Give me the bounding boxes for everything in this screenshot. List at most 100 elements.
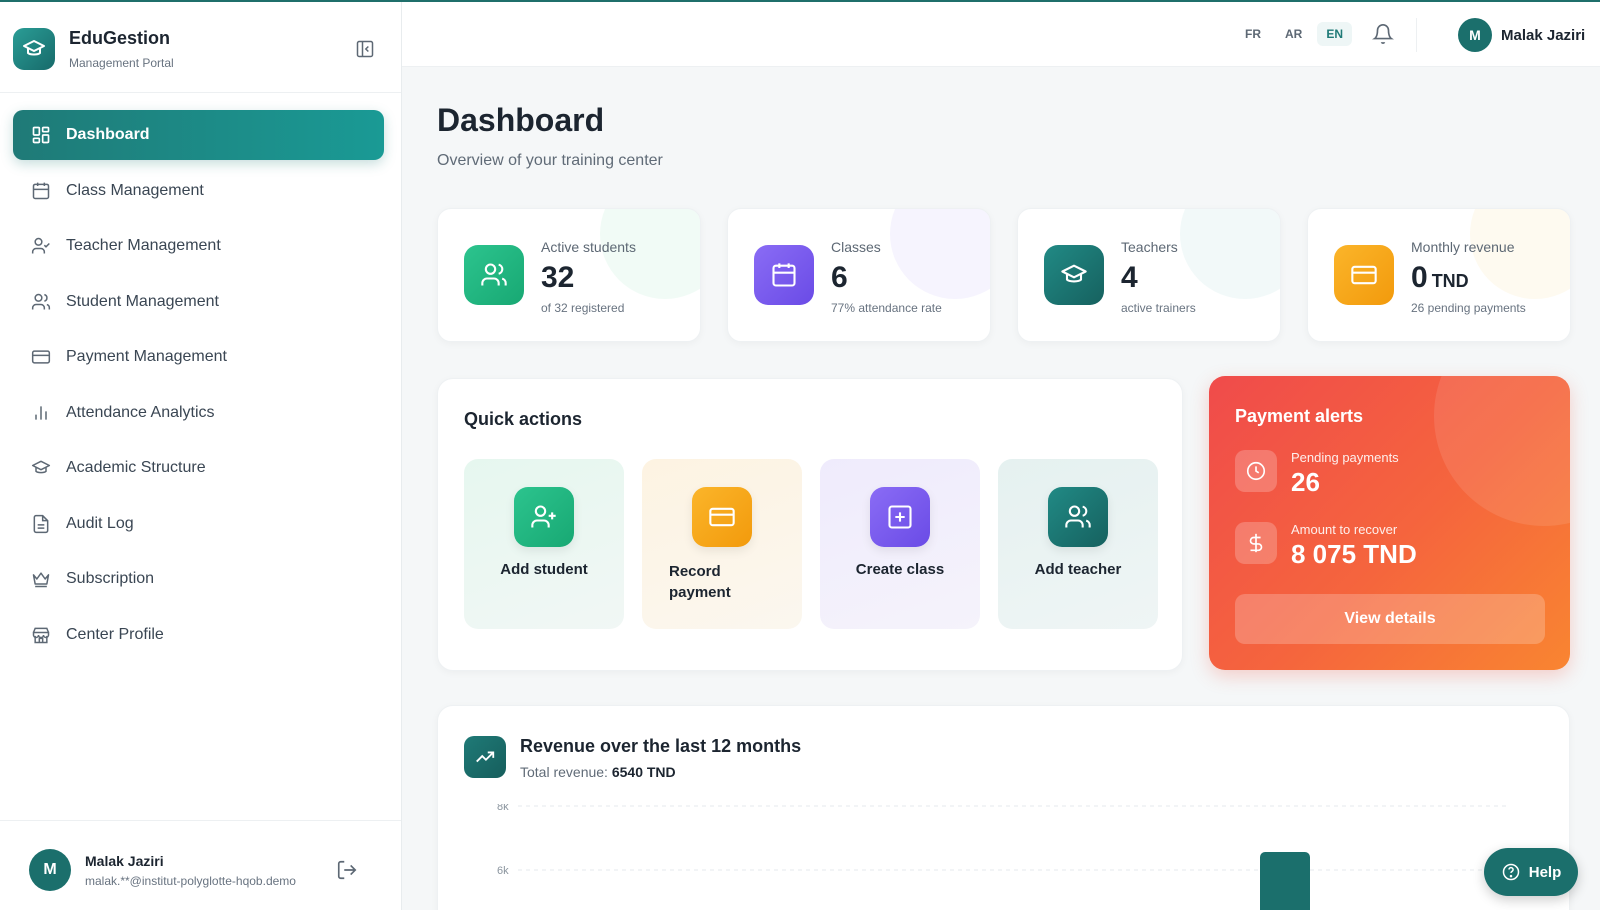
- card-decoration: [890, 209, 990, 299]
- brand[interactable]: EduGestion Management Portal: [13, 26, 174, 72]
- payment-alerts-title: Payment alerts: [1235, 406, 1364, 426]
- user-plus-icon: [514, 487, 574, 547]
- calendar-icon: [30, 180, 52, 202]
- topbar: FR AR EN M Malak Jaziri: [402, 2, 1600, 67]
- trending-up-icon: [464, 736, 506, 778]
- stat-card-teachers: Teachers 4 active trainers: [1017, 208, 1281, 342]
- stat-label: Monthly revenue: [1411, 239, 1515, 255]
- sidebar-item-label: Payment Management: [66, 348, 227, 365]
- alerts-decoration: [1434, 376, 1570, 526]
- view-details-button[interactable]: View details: [1235, 594, 1545, 644]
- plus-square-icon: [870, 487, 930, 547]
- quick-actions-panel: Quick actions Add student Record payment…: [437, 378, 1183, 671]
- stat-note: 26 pending payments: [1411, 301, 1526, 315]
- quick-actions-title: Quick actions: [464, 409, 583, 429]
- sidebar-item-label: Subscription: [66, 570, 155, 587]
- avatar: M: [1458, 18, 1492, 52]
- y-tick-label: 6k: [497, 865, 509, 877]
- language-fr[interactable]: FR: [1236, 22, 1270, 46]
- credit-card-icon: [692, 487, 752, 547]
- sidebar-item-label: Teacher Management: [66, 237, 221, 254]
- stat-value: 4: [1121, 261, 1138, 294]
- revenue-panel: Revenue over the last 12 months Total re…: [437, 705, 1570, 910]
- revenue-title: Revenue over the last 12 months: [520, 736, 802, 756]
- stat-label: Classes: [831, 239, 881, 255]
- stat-note: 77% attendance rate: [831, 301, 942, 315]
- stat-value: 32: [541, 261, 575, 294]
- language-ar[interactable]: AR: [1276, 22, 1311, 46]
- clock-icon: [1235, 450, 1277, 492]
- credit-card-icon: [30, 346, 52, 368]
- add-student-button[interactable]: Add student: [464, 459, 624, 629]
- quick-action-label: Record payment: [669, 563, 731, 601]
- sidebar-item-center-profile[interactable]: Center Profile: [13, 610, 384, 660]
- calendar-icon: [754, 245, 814, 305]
- bell-icon[interactable]: [1372, 23, 1394, 45]
- graduation-cap-icon: [30, 457, 52, 479]
- topbar-divider: [1416, 18, 1417, 52]
- stat-card-classes: Classes 6 77% attendance rate: [727, 208, 991, 342]
- sidebar-item-class-management[interactable]: Class Management: [13, 166, 384, 216]
- record-payment-button[interactable]: Record payment: [642, 459, 802, 629]
- sidebar-item-academic-structure[interactable]: Academic Structure: [13, 443, 384, 493]
- users-icon: [1048, 487, 1108, 547]
- amount-to-recover-row: Amount to recover 8 075 TND: [1235, 522, 1417, 570]
- users-icon: [464, 245, 524, 305]
- avatar[interactable]: M: [29, 849, 71, 891]
- stat-value: 0 TND: [1411, 261, 1469, 294]
- collapse-sidebar-icon[interactable]: [354, 38, 376, 60]
- bar-chart-icon: [30, 402, 52, 424]
- pending-payments-row: Pending payments 26: [1235, 450, 1399, 498]
- sidebar-item-label: Class Management: [66, 181, 204, 199]
- bar[interactable]: [1260, 852, 1310, 910]
- users-icon: [30, 291, 52, 313]
- sidebar-item-attendance-analytics[interactable]: Attendance Analytics: [13, 388, 384, 438]
- sidebar-divider: [0, 92, 401, 93]
- page-subtitle: Overview of your training center: [437, 152, 663, 169]
- sidebar: EduGestion Management Portal Dashboard C…: [0, 2, 402, 910]
- sidebar-item-dashboard[interactable]: Dashboard: [13, 110, 384, 160]
- sidebar-nav: Dashboard Class Management Teacher Manag…: [13, 110, 384, 665]
- stat-label: Active students: [541, 239, 636, 255]
- add-teacher-button[interactable]: Add teacher: [998, 459, 1158, 629]
- amount-to-recover-value: 8 075 TND: [1291, 539, 1417, 569]
- brand-subtitle: Management Portal: [69, 56, 174, 70]
- sidebar-item-label: Audit Log: [66, 514, 134, 532]
- graduation-cap-logo-icon: [13, 28, 55, 70]
- question-circle-icon: [1502, 863, 1519, 881]
- card-decoration: [1180, 209, 1280, 299]
- sidebar-item-label: Dashboard: [66, 126, 150, 143]
- logout-icon[interactable]: [336, 859, 358, 881]
- language-en[interactable]: EN: [1317, 22, 1353, 46]
- brand-name: EduGestion: [69, 28, 171, 48]
- quick-action-label: Create class: [855, 561, 945, 578]
- create-class-button[interactable]: Create class: [820, 459, 980, 629]
- sidebar-user-email: malak.**@institut-polyglotte-hqob.demo: [85, 873, 296, 888]
- stat-value: 6: [831, 261, 848, 294]
- graduation-cap-icon: [1044, 245, 1104, 305]
- dollar-icon: [1235, 522, 1277, 564]
- revenue-chart: 8k 6k: [497, 804, 1508, 910]
- sidebar-item-audit-log[interactable]: Audit Log: [13, 499, 384, 549]
- quick-action-label: Add teacher: [1034, 561, 1122, 578]
- sidebar-user-card: M Malak Jaziri malak.**@institut-polyglo…: [29, 849, 369, 891]
- stat-label: Teachers: [1121, 239, 1178, 255]
- sidebar-item-payment-management[interactable]: Payment Management: [13, 332, 384, 382]
- file-text-icon: [30, 513, 52, 535]
- quick-action-label: Add student: [500, 561, 588, 578]
- topbar-user-name: Malak Jaziri: [1501, 26, 1586, 44]
- sidebar-item-label: Academic Structure: [66, 459, 206, 476]
- sidebar-user-name: Malak Jaziri: [85, 852, 164, 869]
- help-button[interactable]: Help: [1484, 848, 1578, 896]
- sidebar-footer-divider: [0, 820, 401, 821]
- stat-note: active trainers: [1121, 301, 1196, 315]
- revenue-subtitle: Total revenue: 6540 TND: [520, 764, 676, 780]
- topbar-user-menu[interactable]: M Malak Jaziri: [1458, 18, 1585, 52]
- sidebar-item-student-management[interactable]: Student Management: [13, 277, 384, 327]
- pending-payments-label: Pending payments: [1291, 450, 1399, 465]
- grid-icon: [30, 124, 52, 146]
- sidebar-item-subscription[interactable]: Subscription: [13, 554, 384, 604]
- payment-alerts-panel: Payment alerts Pending payments 26 Amoun…: [1209, 376, 1570, 670]
- sidebar-item-teacher-management[interactable]: Teacher Management: [13, 221, 384, 271]
- amount-to-recover-label: Amount to recover: [1291, 522, 1398, 537]
